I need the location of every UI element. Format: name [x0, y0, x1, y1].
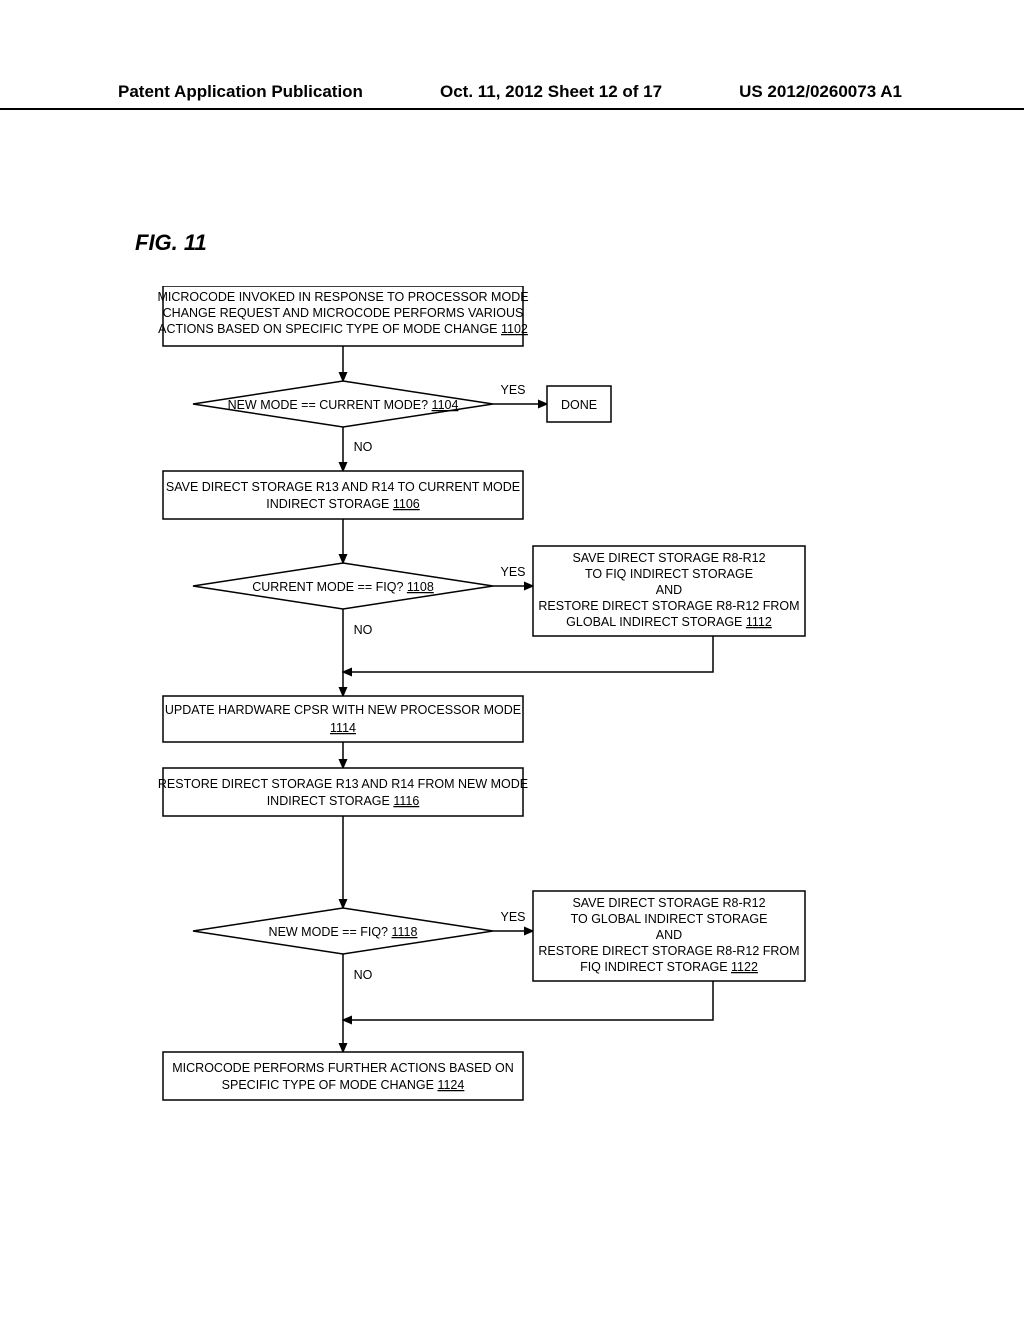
box-1122-l3: AND	[656, 928, 682, 942]
box-done-text: DONE	[561, 398, 597, 412]
header-center: Oct. 11, 2012 Sheet 12 of 17	[440, 82, 662, 102]
decision-1104-ref: 1104	[432, 398, 459, 412]
figure-title: FIG. 11	[135, 230, 207, 256]
svg-text:INDIRECT STORAGE 1106: INDIRECT STORAGE 1106	[266, 497, 420, 511]
box-1122-l2: TO GLOBAL INDIRECT STORAGE	[571, 912, 768, 926]
svg-text:SPECIFIC TYPE OF MODE CHANGE: SPECIFIC TYPE OF MODE CHANGE 1124	[222, 1078, 465, 1092]
box-1124	[163, 1052, 523, 1100]
box-1106-ref: 1106	[393, 497, 420, 511]
box-1116-ref: 1116	[393, 794, 419, 808]
decision-1104-text: NEW MODE == CURRENT MODE?	[228, 398, 429, 412]
box-1106-l1: SAVE DIRECT STORAGE R13 AND R14 TO CURRE…	[166, 480, 520, 494]
box-1102-l3: ACTIONS BASED ON SPECIFIC TYPE OF MODE C…	[158, 322, 497, 336]
label-yes-1108: YES	[500, 565, 525, 579]
decision-1108-text: CURRENT MODE == FIQ?	[252, 580, 403, 594]
svg-text:GLOBAL INDIRECT STORAGE 1112: GLOBAL INDIRECT STORAGE 1112	[566, 615, 772, 629]
box-1114-l1: UPDATE HARDWARE CPSR WITH NEW PROCESSOR …	[165, 703, 521, 717]
svg-text:ACTIONS BASED ON SPECIFIC TYPE: ACTIONS BASED ON SPECIFIC TYPE OF MODE C…	[158, 322, 528, 336]
decision-1118-ref: 1118	[392, 925, 418, 939]
label-no-1108: NO	[354, 623, 373, 637]
box-1122-l5: FIQ INDIRECT STORAGE	[580, 960, 727, 974]
decision-1108-ref: 1108	[407, 580, 434, 594]
svg-text:FIQ INDIRECT STORAGE 1122: FIQ INDIRECT STORAGE 1122	[580, 960, 758, 974]
header-left: Patent Application Publication	[118, 82, 363, 102]
label-yes-1118: YES	[500, 910, 525, 924]
box-1102-ref: 1102	[501, 322, 528, 336]
svg-text:NEW MODE == FIQ? 1118: NEW MODE == FIQ? 1118	[269, 925, 418, 939]
box-1112-l4: RESTORE DIRECT STORAGE R8-R12 FROM	[538, 599, 799, 613]
svg-text:CURRENT MODE == FIQ? 1108: CURRENT MODE == FIQ? 1108	[252, 580, 434, 594]
box-1116	[163, 768, 523, 816]
box-1116-l1: RESTORE DIRECT STORAGE R13 AND R14 FROM …	[158, 777, 528, 791]
page-header: Patent Application Publication Oct. 11, …	[118, 82, 902, 102]
box-1124-ref: 1124	[437, 1078, 464, 1092]
svg-text:INDIRECT STORAGE 1116: INDIRECT STORAGE 1116	[267, 794, 420, 808]
box-1102-l2: CHANGE REQUEST AND MICROCODE PERFORMS VA…	[163, 306, 524, 320]
label-yes-1104: YES	[500, 383, 525, 397]
box-1106-l2: INDIRECT STORAGE	[266, 497, 389, 511]
box-1112-l3: AND	[656, 583, 682, 597]
header-rule	[0, 108, 1024, 110]
box-1106	[163, 471, 523, 519]
decision-1118-text: NEW MODE == FIQ?	[269, 925, 389, 939]
box-1112-l2: TO FIQ INDIRECT STORAGE	[585, 567, 753, 581]
header-right: US 2012/0260073 A1	[739, 82, 902, 102]
label-no-1118: NO	[354, 968, 373, 982]
box-1112-l1: SAVE DIRECT STORAGE R8-R12	[572, 551, 765, 565]
box-1102-l1: MICROCODE INVOKED IN RESPONSE TO PROCESS…	[157, 290, 528, 304]
box-1122-l1: SAVE DIRECT STORAGE R8-R12	[572, 896, 765, 910]
arrow-1122-merge	[343, 981, 713, 1020]
box-1124-l1: MICROCODE PERFORMS FURTHER ACTIONS BASED…	[172, 1061, 513, 1075]
box-1122-ref: 1122	[731, 960, 758, 974]
svg-text:NEW MODE == CURRENT MODE? 110: NEW MODE == CURRENT MODE? 1104	[228, 398, 459, 412]
box-1112-l5: GLOBAL INDIRECT STORAGE	[566, 615, 742, 629]
box-1124-l2: SPECIFIC TYPE OF MODE CHANGE	[222, 1078, 434, 1092]
label-no-1104: NO	[354, 440, 373, 454]
box-1112-ref: 1112	[746, 615, 772, 629]
arrow-1112-merge	[343, 636, 713, 672]
box-1114-ref: 1114	[330, 721, 356, 735]
box-1116-l2: INDIRECT STORAGE	[267, 794, 390, 808]
box-1122-l4: RESTORE DIRECT STORAGE R8-R12 FROM	[538, 944, 799, 958]
flowchart: MICROCODE INVOKED IN RESPONSE TO PROCESS…	[135, 286, 895, 1166]
